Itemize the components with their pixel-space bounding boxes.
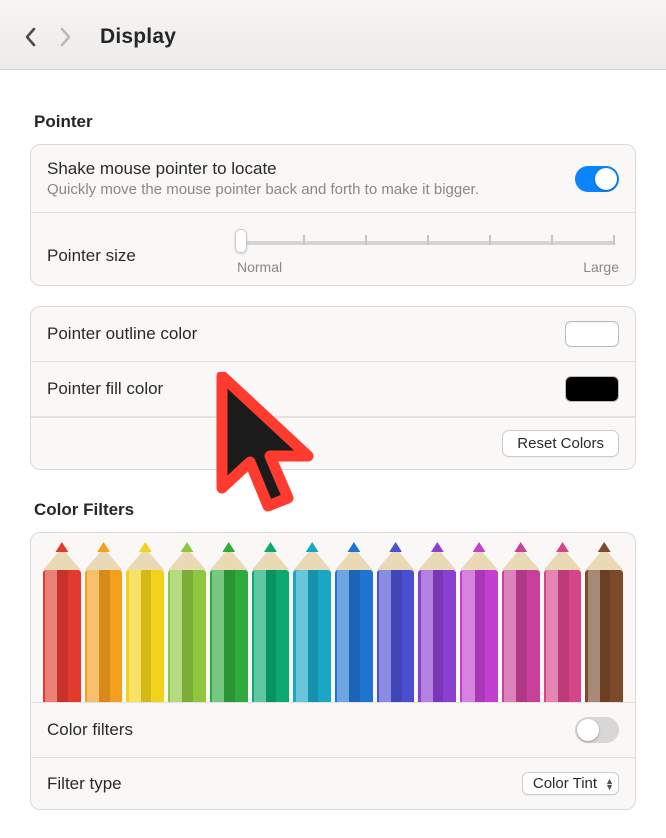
filter-type-popup[interactable]: Color Tint ▲▼ bbox=[522, 772, 619, 795]
outline-color-label: Pointer outline color bbox=[47, 324, 565, 344]
forward-button[interactable] bbox=[48, 20, 82, 54]
fill-color-well[interactable] bbox=[565, 376, 619, 402]
shake-toggle[interactable] bbox=[575, 166, 619, 192]
slider-min-caption: Normal bbox=[237, 259, 282, 275]
pencil bbox=[126, 542, 164, 702]
reset-colors-button[interactable]: Reset Colors bbox=[502, 430, 619, 457]
shake-sublabel: Quickly move the mouse pointer back and … bbox=[47, 181, 575, 198]
shake-label: Shake mouse pointer to locate bbox=[47, 159, 575, 179]
filter-type-row: Filter type Color Tint ▲▼ bbox=[31, 758, 635, 809]
pencil bbox=[293, 542, 331, 702]
outline-color-row: Pointer outline color bbox=[31, 307, 635, 362]
pencil bbox=[418, 542, 456, 702]
pencil bbox=[502, 542, 540, 702]
pencil bbox=[168, 542, 206, 702]
color-filters-toggle[interactable] bbox=[575, 717, 619, 743]
pointer-panel: Shake mouse pointer to locate Quickly mo… bbox=[30, 144, 636, 286]
color-filters-panel: Color filters Filter type Color Tint ▲▼ bbox=[30, 532, 636, 810]
up-down-chevron-icon: ▲▼ bbox=[605, 778, 614, 790]
pencil bbox=[544, 542, 582, 702]
pointer-size-slider[interactable] bbox=[237, 227, 619, 261]
chevron-left-icon bbox=[24, 27, 38, 47]
pencil bbox=[585, 542, 623, 702]
pencil bbox=[377, 542, 415, 702]
reset-colors-row: Reset Colors bbox=[31, 417, 635, 469]
pointer-size-row: Pointer size Normal Large bbox=[31, 213, 635, 285]
pointer-section-header: Pointer bbox=[34, 112, 636, 132]
pencil bbox=[43, 542, 81, 702]
pencil bbox=[85, 542, 123, 702]
shake-row: Shake mouse pointer to locate Quickly mo… bbox=[31, 145, 635, 213]
pencil bbox=[460, 542, 498, 702]
color-filters-label: Color filters bbox=[47, 720, 575, 740]
chevron-right-icon bbox=[58, 27, 72, 47]
color-filters-row: Color filters bbox=[31, 703, 635, 758]
slider-max-caption: Large bbox=[583, 259, 619, 275]
color-filters-preview bbox=[31, 533, 635, 703]
outline-color-well[interactable] bbox=[565, 321, 619, 347]
title-bar: Display bbox=[0, 0, 666, 70]
pointer-colors-panel: Pointer outline color Pointer fill color… bbox=[30, 306, 636, 470]
color-filters-section-header: Color Filters bbox=[34, 500, 636, 520]
pencil bbox=[210, 542, 248, 702]
pointer-size-label: Pointer size bbox=[47, 246, 197, 266]
pencil bbox=[335, 542, 373, 702]
fill-color-row: Pointer fill color bbox=[31, 362, 635, 417]
filter-type-label: Filter type bbox=[47, 774, 522, 794]
back-button[interactable] bbox=[14, 20, 48, 54]
pencil bbox=[252, 542, 290, 702]
filter-type-value: Color Tint bbox=[533, 775, 597, 792]
fill-color-label: Pointer fill color bbox=[47, 379, 565, 399]
page-title: Display bbox=[100, 25, 176, 49]
